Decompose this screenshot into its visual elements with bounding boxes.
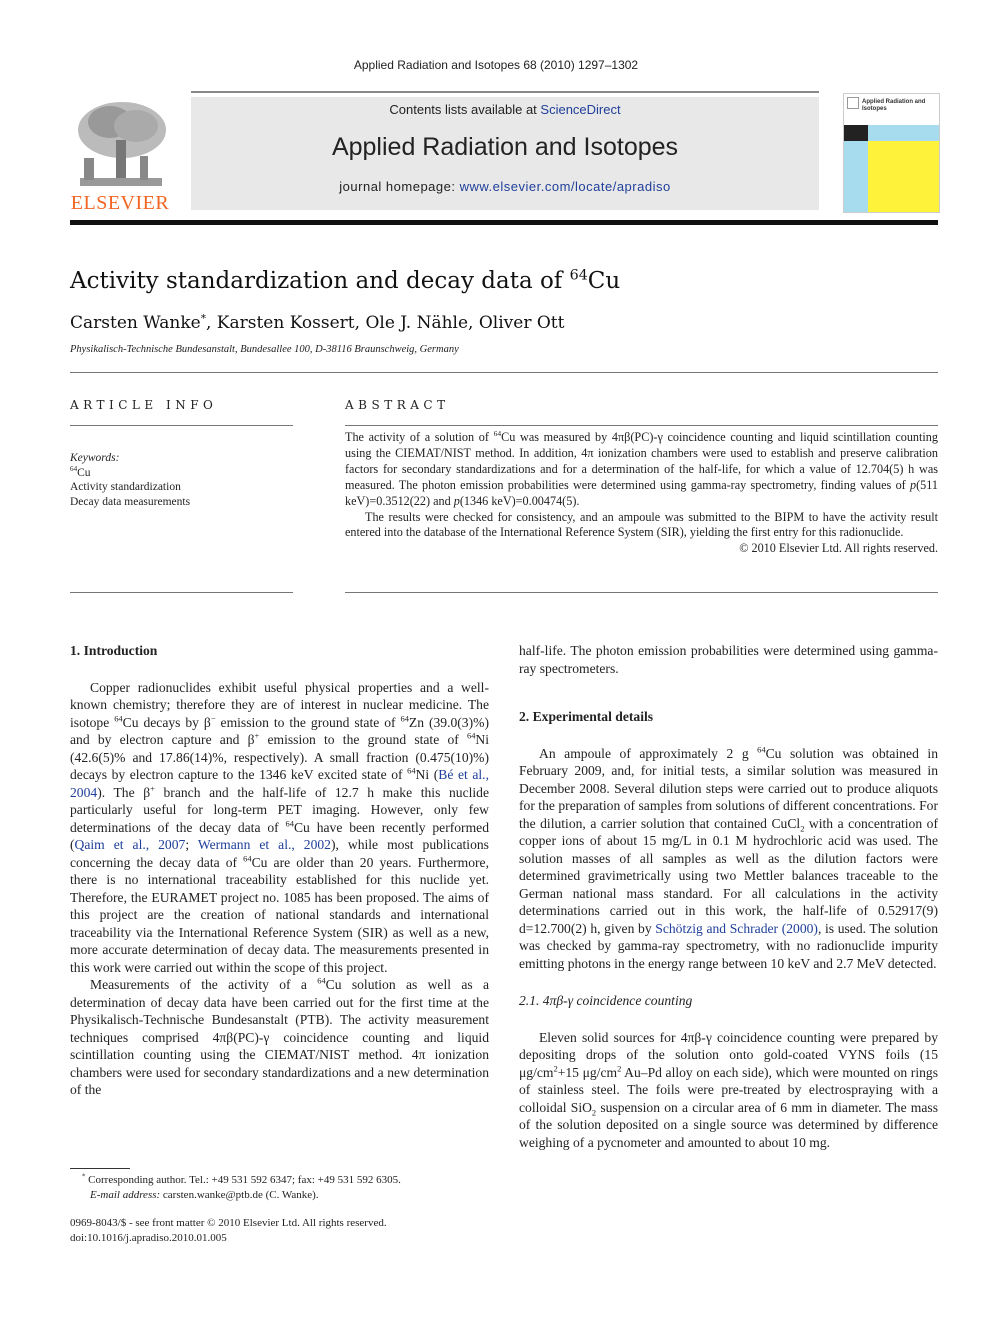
left-column: 1. Introduction Copper radionuclides exh…	[70, 642, 489, 1099]
footnote: * Corresponding author. Tel.: +49 531 59…	[82, 1173, 401, 1201]
abstract-heading: ABSTRACT	[345, 398, 450, 412]
contents-prefix: Contents lists available at	[389, 102, 541, 117]
body-paragraph: Eleven solid sources for 4πβ-γ coinciden…	[519, 1029, 938, 1150]
body-paragraph: Measurements of the activity of a 64Cu s…	[70, 975, 489, 1097]
keyword-item: Activity standardization	[70, 481, 181, 493]
body-paragraph: half-life. The photon emission probabili…	[519, 643, 938, 676]
subsection-heading: 2.1. 4πβ-γ coincidence counting	[519, 993, 693, 1008]
issn-doi: 0969-8043/$ - see front matter © 2010 El…	[70, 1216, 387, 1246]
abstract-body: The activity of a solution of 64Cu was m…	[345, 430, 938, 557]
keywords-label: Keywords:	[70, 452, 120, 464]
author-corresponding[interactable]: Carsten Wanke	[70, 313, 201, 333]
right-column: half-life. The photon emission probabili…	[519, 642, 938, 1151]
homepage-prefix: journal homepage:	[339, 179, 460, 194]
homepage-line: journal homepage: www.elsevier.com/locat…	[191, 179, 819, 194]
keyword-item: 64Cu	[70, 464, 91, 479]
publisher-logo-text: ELSEVIER	[70, 192, 170, 214]
divider	[70, 425, 293, 426]
keywords: Keywords: 64Cu Activity standardization …	[70, 451, 190, 509]
journal-name: Applied Radiation and Isotopes	[331, 133, 679, 161]
divider	[70, 372, 938, 373]
sciencedirect-link[interactable]: ScienceDirect	[540, 102, 620, 117]
abstract-paragraph: The activity of a solution of 64Cu was m…	[345, 428, 938, 508]
divider	[70, 592, 293, 593]
citation-link[interactable]: Schötzig and Schrader (2000)	[655, 921, 818, 936]
header-rule	[191, 91, 819, 93]
cover-body	[844, 141, 939, 212]
journal-cover[interactable]: Applied Radiation and Isotopes	[843, 93, 940, 213]
cover-title: Applied Radiation and Isotopes	[862, 99, 926, 112]
cover-logo-icon	[847, 97, 859, 109]
footnote-rule	[70, 1168, 130, 1169]
doi-line[interactable]: doi:10.1016/j.apradiso.2010.01.005	[70, 1231, 387, 1246]
article-title: Activity standardization and decay data …	[70, 267, 621, 294]
contents-line: Contents lists available at ScienceDirec…	[191, 102, 819, 117]
abstract-copyright: © 2010 Elsevier Ltd. All rights reserved…	[739, 541, 938, 556]
divider	[345, 592, 938, 593]
issn-line: 0969-8043/$ - see front matter © 2010 El…	[70, 1217, 387, 1229]
article-info-heading: ARTICLE INFO	[70, 398, 218, 412]
header-thick-rule	[70, 220, 938, 225]
citation-link[interactable]: Wermann et al., 2002	[198, 837, 331, 852]
homepage-link[interactable]: www.elsevier.com/locate/apradiso	[460, 179, 671, 194]
email-link[interactable]: carsten.wanke@ptb.de (C. Wanke).	[160, 1189, 319, 1201]
author-list: Carsten Wanke*, Karsten Kossert, Ole J. …	[70, 312, 565, 333]
divider	[345, 425, 938, 426]
affiliation: Physikalisch-Technische Bundesanstalt, B…	[70, 344, 459, 355]
elsevier-tree-icon	[70, 98, 170, 190]
body-paragraph: An ampoule of approximately 2 g 64Cu sol…	[519, 743, 939, 971]
elsevier-logo[interactable]: ELSEVIER	[70, 98, 170, 214]
keyword-item: Decay data measurements	[70, 495, 191, 508]
journal-banner: Contents lists available at ScienceDirec…	[191, 97, 819, 210]
body-paragraph: Copper radionuclides exhibit useful phys…	[70, 679, 489, 975]
citation-link[interactable]: Qaim et al., 2007	[75, 837, 186, 852]
section-heading-experimental: 2. Experimental details	[519, 709, 654, 724]
cover-band	[844, 125, 939, 141]
running-head: Applied Radiation and Isotopes 68 (2010)…	[353, 58, 639, 72]
section-heading-introduction: 1. Introduction	[70, 643, 158, 658]
abstract-paragraph: The results were checked for consistency…	[345, 509, 938, 540]
